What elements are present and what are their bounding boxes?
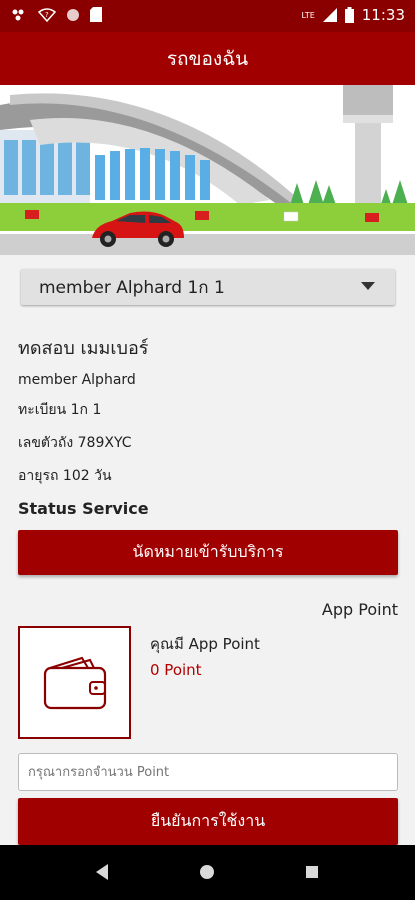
network-type: LTE [301,10,315,20]
dropdown-arrow-icon [361,282,375,290]
navigation-bar [0,845,415,900]
signal-icon [322,8,337,22]
circle-icon [67,8,79,21]
vehicle-select[interactable]: member Alphard 1ก 1 [21,269,395,305]
notification-icon [12,9,24,20]
wallet-icon [43,656,106,709]
app-point-label: คุณมี App Point [150,635,260,653]
chassis-number: เลขตัวถัง 789XYC [18,435,132,451]
clock: 11:33 [361,6,405,24]
recent-apps-icon[interactable] [306,866,318,878]
status-service-title: Status Service [18,499,149,518]
point-amount-input[interactable] [18,753,398,791]
wallet-box [18,626,131,739]
battery-icon [344,7,354,23]
wifi-icon: ? [38,7,56,22]
sd-card-icon [90,7,102,22]
vehicle-select-value: member Alphard 1ก 1 [39,277,225,298]
vehicle-age: อายุรถ 102 วัน [18,468,112,484]
app-bar: รถของฉัน [0,32,415,85]
app-point-value: 0 Point [150,661,202,679]
back-icon[interactable] [96,864,108,880]
license-plate: ทะเบียน 1ก 1 [18,402,102,418]
vehicle-info: ทดสอบ เมมเบอร์ member Alphard ทะเบียน 1ก… [18,333,148,498]
hero-banner-image [0,85,415,255]
svg-text:?: ? [45,11,49,19]
confirm-button[interactable]: ยืนยันการใช้งาน [18,798,398,845]
appointment-button[interactable]: นัดหมายเข้ารับบริการ [18,530,398,575]
app-point-title: App Point [321,600,398,619]
page-title: รถของฉัน [166,47,249,70]
content: member Alphard 1ก 1 ทดสอบ เมมเบอร์ membe… [0,255,415,845]
home-icon[interactable] [200,865,214,879]
owner-name: ทดสอบ เมมเบอร์ [18,338,149,359]
status-bar: ? LTE 11:33 [0,0,415,32]
vehicle-model: member Alphard [18,372,136,388]
